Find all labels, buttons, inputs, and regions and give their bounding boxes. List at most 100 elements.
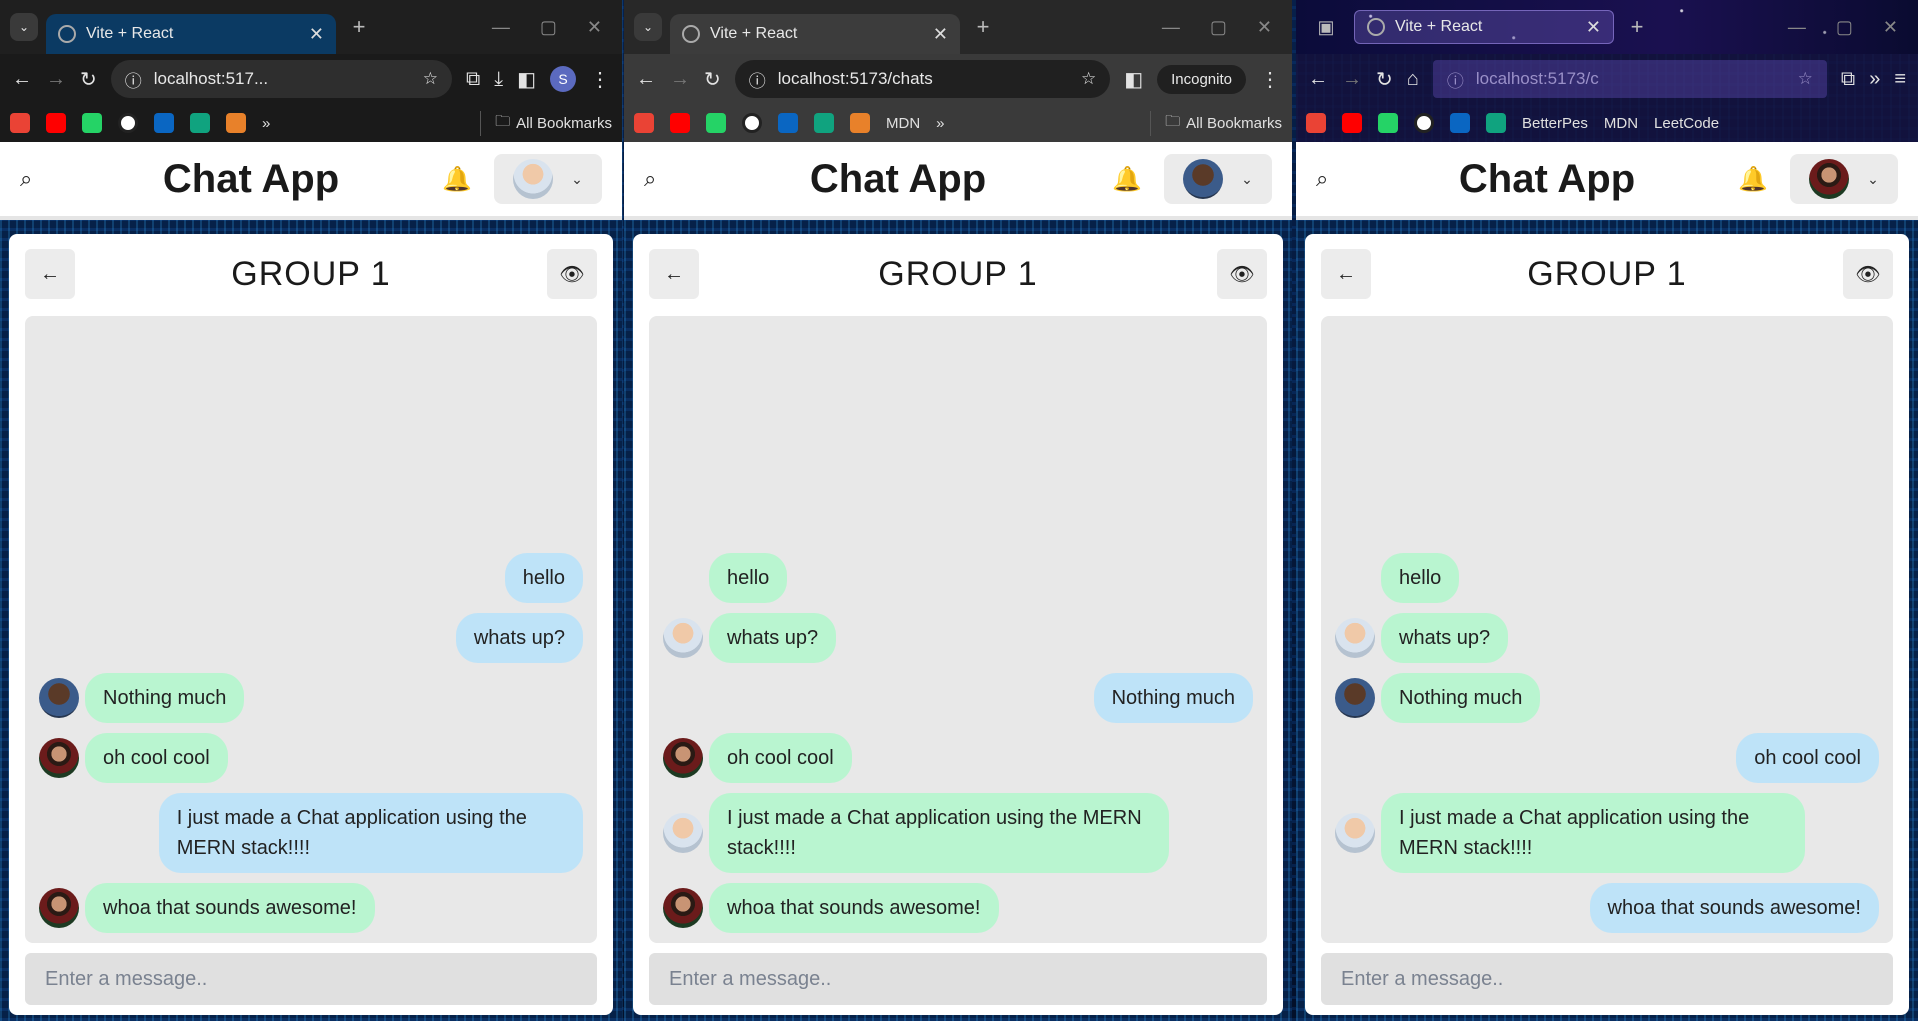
new-tab-icon[interactable]: + xyxy=(344,14,374,40)
menu-icon[interactable]: ⋮ xyxy=(1260,67,1280,92)
view-group-button[interactable]: 👁 xyxy=(546,249,597,299)
linkedin-icon[interactable] xyxy=(154,113,174,133)
extensions-icon[interactable]: ⧉ xyxy=(1841,68,1855,91)
browser-tab[interactable]: Vite + React ✕ xyxy=(670,14,960,54)
profile-menu-button[interactable]: ⌄ xyxy=(1790,154,1898,204)
youtube-icon[interactable] xyxy=(1342,113,1362,133)
reload-icon[interactable]: ↻ xyxy=(1376,67,1393,92)
download-icon[interactable]: ⤓ xyxy=(494,68,503,91)
bookmark-star-icon[interactable]: ☆ xyxy=(1081,69,1096,89)
bookmark-star-icon[interactable]: ☆ xyxy=(423,69,438,89)
new-tab-icon[interactable]: + xyxy=(968,14,998,40)
bell-icon[interactable]: 🔔 xyxy=(1738,165,1768,194)
site-info-icon[interactable]: ⓘ xyxy=(749,67,766,92)
view-group-button[interactable]: 👁 xyxy=(1842,249,1893,299)
profile-menu-button[interactable]: ⌄ xyxy=(1164,154,1272,204)
side-panel-icon[interactable]: ◧ xyxy=(517,67,536,92)
bell-icon[interactable]: 🔔 xyxy=(1112,165,1142,194)
site-info-icon[interactable]: ⓘ xyxy=(125,67,142,92)
forward-nav-icon[interactable]: → xyxy=(46,68,66,91)
profile-menu-button[interactable]: ⌄ xyxy=(494,154,602,204)
maximize-icon[interactable]: ▢ xyxy=(540,17,557,38)
firefox-view-icon[interactable]: ▣ xyxy=(1306,17,1346,38)
search-icon[interactable]: ⌕ xyxy=(20,166,60,192)
overflow-icon[interactable]: » xyxy=(1869,68,1880,91)
bookmark-item[interactable]: BetterPes xyxy=(1522,115,1588,132)
message-input[interactable] xyxy=(25,953,597,1005)
message-input[interactable] xyxy=(1321,953,1893,1005)
back-button[interactable]: ← xyxy=(1321,249,1371,299)
chatgpt-icon[interactable] xyxy=(190,113,210,133)
extensions-icon[interactable]: ⧉ xyxy=(466,68,480,91)
youtube-icon[interactable] xyxy=(46,113,66,133)
minimize-icon[interactable]: — xyxy=(1788,17,1806,38)
window-close-icon[interactable]: ✕ xyxy=(587,17,602,38)
gmail-icon[interactable] xyxy=(634,113,654,133)
minimize-icon[interactable]: — xyxy=(1162,17,1180,38)
minimize-icon[interactable]: — xyxy=(492,17,510,38)
bookmark-item[interactable]: MDN xyxy=(1604,115,1638,132)
chatgpt-icon[interactable] xyxy=(814,113,834,133)
bookmark-item[interactable]: LeetCode xyxy=(1654,115,1719,132)
tab-search-button[interactable]: ⌄ xyxy=(10,13,38,41)
url-text[interactable]: localhost:517... xyxy=(154,69,411,89)
menu-icon[interactable]: ⋮ xyxy=(590,67,610,92)
whatsapp-icon[interactable] xyxy=(82,113,102,133)
bookmark-site-icon[interactable] xyxy=(226,113,246,133)
bookmark-item[interactable]: MDN xyxy=(886,115,920,132)
bookmarks-overflow-icon[interactable]: » xyxy=(262,115,270,132)
message-input[interactable] xyxy=(649,953,1267,1005)
tab-close-icon[interactable]: ✕ xyxy=(309,24,324,45)
back-button[interactable]: ← xyxy=(649,249,699,299)
all-bookmarks[interactable]: 🗀 All Bookmarks xyxy=(480,110,612,136)
site-info-icon[interactable]: ⓘ xyxy=(1447,67,1464,92)
forward-nav-icon[interactable]: → xyxy=(1342,68,1362,91)
view-group-button[interactable]: 👁 xyxy=(1216,249,1267,299)
window-close-icon[interactable]: ✕ xyxy=(1257,17,1272,38)
back-button[interactable]: ← xyxy=(25,249,75,299)
chatgpt-icon[interactable] xyxy=(1486,113,1506,133)
bookmark-star-icon[interactable]: ☆ xyxy=(1798,69,1813,89)
all-bookmarks[interactable]: 🗀 All Bookmarks xyxy=(1150,110,1282,136)
address-bar[interactable]: ⓘ localhost:5173/c ☆ xyxy=(1432,60,1827,98)
address-bar[interactable]: ⓘ localhost:5173/chats ☆ xyxy=(734,60,1111,98)
youtube-icon[interactable] xyxy=(670,113,690,133)
home-icon[interactable]: ⌂ xyxy=(1407,68,1419,91)
search-icon[interactable]: ⌕ xyxy=(644,166,684,192)
gmail-icon[interactable] xyxy=(10,113,30,133)
back-nav-icon[interactable]: ← xyxy=(636,68,656,91)
side-panel-icon[interactable]: ◧ xyxy=(1124,67,1143,92)
tab-search-button[interactable]: ⌄ xyxy=(634,13,662,41)
incognito-badge[interactable]: Incognito xyxy=(1157,64,1246,94)
github-icon[interactable] xyxy=(1414,113,1434,133)
whatsapp-icon[interactable] xyxy=(1378,113,1398,133)
github-icon[interactable] xyxy=(118,113,138,133)
profile-avatar[interactable]: S xyxy=(550,66,576,92)
maximize-icon[interactable]: ▢ xyxy=(1210,17,1227,38)
github-icon[interactable] xyxy=(742,113,762,133)
url-text[interactable]: localhost:5173/chats xyxy=(778,69,1069,89)
back-nav-icon[interactable]: ← xyxy=(1308,68,1328,91)
search-icon[interactable]: ⌕ xyxy=(1316,166,1356,192)
url-text[interactable]: localhost:5173/c xyxy=(1476,69,1786,89)
bookmarks-overflow-icon[interactable]: » xyxy=(936,115,944,132)
tab-close-icon[interactable]: ✕ xyxy=(1586,17,1601,38)
menu-icon[interactable]: ≡ xyxy=(1894,68,1906,91)
new-tab-icon[interactable]: + xyxy=(1622,14,1652,40)
whatsapp-icon[interactable] xyxy=(706,113,726,133)
window-close-icon[interactable]: ✕ xyxy=(1883,17,1898,38)
reload-icon[interactable]: ↻ xyxy=(80,67,97,92)
reload-icon[interactable]: ↻ xyxy=(704,67,721,92)
back-nav-icon[interactable]: ← xyxy=(12,68,32,91)
maximize-icon[interactable]: ▢ xyxy=(1836,17,1853,38)
bookmark-site-icon[interactable] xyxy=(850,113,870,133)
linkedin-icon[interactable] xyxy=(778,113,798,133)
tab-close-icon[interactable]: ✕ xyxy=(933,24,948,45)
bell-icon[interactable]: 🔔 xyxy=(442,165,472,194)
gmail-icon[interactable] xyxy=(1306,113,1326,133)
browser-tab[interactable]: Vite + React ✕ xyxy=(46,14,336,54)
browser-tab[interactable]: Vite + React ✕ xyxy=(1354,10,1614,44)
address-bar[interactable]: ⓘ localhost:517... ☆ xyxy=(110,60,452,98)
linkedin-icon[interactable] xyxy=(1450,113,1470,133)
forward-nav-icon[interactable]: → xyxy=(670,68,690,91)
